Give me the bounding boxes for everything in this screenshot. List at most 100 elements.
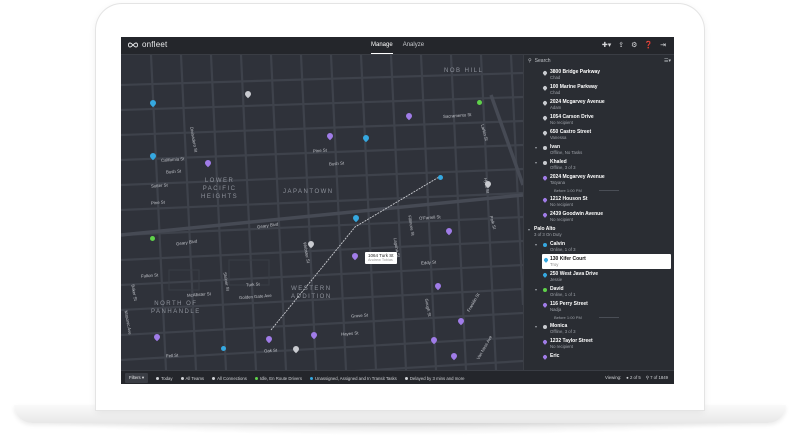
filters-label: Filters [129, 375, 141, 380]
row-subtitle: Offline, 3 of 3 [550, 329, 576, 334]
chevron-down-icon[interactable]: ▾ [535, 160, 537, 165]
driver-row[interactable]: ▾ Ivan Offline, No Tasks [524, 142, 674, 157]
driver-row[interactable]: ▾ Monica Offline, 3 of 3 [524, 321, 674, 336]
task-row[interactable]: 3800 Bridge Parkway Chad [524, 67, 674, 82]
filter-tasks[interactable]: Unassigned, Assigned and In Transit Task… [309, 376, 397, 381]
street-label: Oak St [263, 347, 278, 354]
filter-label: Delayed by 3 mins and more [409, 375, 465, 381]
plus-icon[interactable]: ✚▾ [602, 41, 611, 49]
row-subtitle: Nadja [550, 307, 562, 312]
task-pin-icon [542, 302, 548, 308]
row-subtitle: No recipient [550, 120, 573, 125]
list-options-icon[interactable]: ☰▾ [664, 57, 671, 66]
filter-drivers[interactable]: Idle, En Route Drivers [254, 376, 302, 381]
street-label: Turk St [245, 281, 260, 288]
map-view[interactable]: NOB HILL LOWER PACIFIC HEIGHTS JAPANTOWN… [121, 55, 523, 370]
delay-icon [404, 376, 408, 380]
export-icon[interactable]: ⇪ [618, 41, 624, 49]
filter-connections[interactable]: All Connections [212, 376, 247, 381]
street-label: Pine St [150, 199, 166, 206]
viewing-label: Viewing: [605, 375, 622, 380]
task-row[interactable]: 116 Perry Street Nadja [524, 299, 674, 314]
row-subtitle: Offline, No Tasks [550, 150, 583, 155]
viewing-drivers: ● 2 of 5 [626, 375, 641, 380]
filter-label: Today [161, 375, 173, 381]
logout-icon[interactable]: ⇥ [660, 41, 666, 49]
chevron-down-icon[interactable]: ▾ [535, 242, 537, 247]
row-subtitle: Chad [550, 90, 561, 95]
task-pin-icon [542, 272, 548, 278]
row-subtitle: No recipient [550, 344, 573, 349]
driver-dot-green[interactable] [477, 100, 482, 105]
viewing-tasks-count: 7 of 1849 [650, 375, 668, 380]
area-label-japantown: JAPANTOWN [283, 189, 334, 195]
driver-row[interactable]: ▾ David Online, 1 of 1 [524, 284, 674, 299]
dispatch-sidebar: ⚲ Search ☰▾ 3800 Bridge Parkway Chad 100 M… [523, 55, 674, 370]
driver-row[interactable]: ▾ Khaled Offline, 3 of 3 [524, 157, 674, 172]
task-row[interactable]: 130 Kifer Court Troy [542, 254, 671, 269]
street-label: Bush St [328, 160, 345, 167]
main-tabs: Manage Analyze [371, 37, 424, 54]
task-row[interactable]: 1054 Carson Drive No recipient [524, 112, 674, 127]
viewing-summary: Viewing: ● 2 of 5 ⚲ 7 of 1849 [605, 375, 668, 381]
task-pin-icon [542, 115, 548, 121]
sidebar-list: 3800 Bridge Parkway Chad 100 Marine Parkwa… [524, 67, 674, 366]
filter-today[interactable]: Today [156, 375, 173, 381]
search-bar[interactable]: ⚲ Search ☰▾ [528, 57, 671, 66]
row-subtitle: Jessie [550, 277, 563, 282]
task-row[interactable]: 650 Castro Street Vanessa [524, 127, 674, 142]
gear-icon[interactable]: ⚙ [631, 41, 637, 49]
chevron-down-icon[interactable]: ▾ [535, 145, 537, 150]
top-bar: onfleet Manage Analyze ✚▾ ⇪ ⚙ ❓ ⇥ [121, 37, 674, 55]
task-row[interactable]: 2439 Goodwin Avenue No recipient [524, 209, 674, 224]
viewing-tasks: ⚲ 7 of 1849 [645, 375, 668, 380]
filter-label: All Connections [217, 375, 247, 381]
driver-dot-green[interactable] [150, 236, 155, 241]
row-subtitle: Troy [550, 262, 559, 267]
driver-status-icon [543, 325, 547, 329]
street-label: Pine St [312, 147, 328, 154]
help-icon[interactable]: ❓ [644, 41, 653, 49]
task-row[interactable]: Eric [524, 351, 674, 366]
task-pin-icon [542, 339, 548, 345]
task-row[interactable]: 1232 Taylor Street No recipient [524, 336, 674, 351]
chevron-down-icon[interactable]: ▾ [535, 324, 537, 329]
search-input[interactable]: Search [535, 57, 551, 66]
filter-delay[interactable]: Delayed by 3 mins and more [404, 375, 465, 381]
task-row[interactable]: 250 West Java Drive Jessie [524, 269, 674, 284]
driver-row[interactable]: ▾ Calvin Online, 1 of 3 [524, 239, 674, 254]
chevron-down-icon[interactable]: ▾ [535, 287, 537, 292]
app-screen: onfleet Manage Analyze ✚▾ ⇪ ⚙ ❓ ⇥ NOB HI… [121, 37, 674, 384]
row-subtitle: No recipient [550, 217, 573, 222]
filters-button[interactable]: Filters ▾ [125, 373, 149, 383]
street-label: Bush St [165, 168, 182, 175]
tab-analyze[interactable]: Analyze [403, 37, 424, 54]
area-label-north-of-panhandle: NORTH OF PANHANDLE [151, 301, 201, 315]
task-row[interactable]: 2024 Mcgarvey Avenue Tatyana [524, 172, 674, 187]
tab-manage[interactable]: Manage [371, 37, 393, 54]
task-pin-icon [542, 197, 548, 203]
team-row[interactable]: ▾ Palo Alto 3 of 3 On Duty [524, 224, 674, 239]
filter-teams[interactable]: All Teams [180, 376, 204, 381]
bottom-filter-bar: Filters ▾ Today All Teams All Connection… [121, 370, 674, 384]
chevron-down-icon[interactable]: ▾ [528, 227, 530, 232]
task-row[interactable]: 100 Marine Parkway Chad [524, 82, 674, 97]
driver-status-icon [543, 288, 547, 292]
search-icon: ⚲ [528, 58, 532, 64]
task-pin-icon [542, 212, 548, 218]
driver-dot-blue[interactable] [221, 346, 226, 351]
task-row[interactable]: 1212 Houson St No recipient [524, 194, 674, 209]
task-pin-icon [542, 130, 548, 136]
logo[interactable]: onfleet [127, 40, 167, 49]
row-subtitle: Adam [550, 105, 562, 110]
map-tooltip: 1064 Turk St Andrew Tobias [365, 252, 397, 264]
team-icon [180, 376, 184, 380]
street-label: Fell St [165, 352, 179, 359]
area-label-western-addition: WESTERN ADDITION [291, 286, 332, 300]
row-subtitle: 3 of 3 On Duty [534, 232, 562, 237]
driver-status-icon [543, 243, 547, 247]
driver-dot-blue[interactable] [438, 175, 443, 180]
task-pin-icon [542, 85, 548, 91]
logo-text: onfleet [142, 40, 168, 49]
task-row[interactable]: 2024 Mcgarvey Avenue Adam [524, 97, 674, 112]
